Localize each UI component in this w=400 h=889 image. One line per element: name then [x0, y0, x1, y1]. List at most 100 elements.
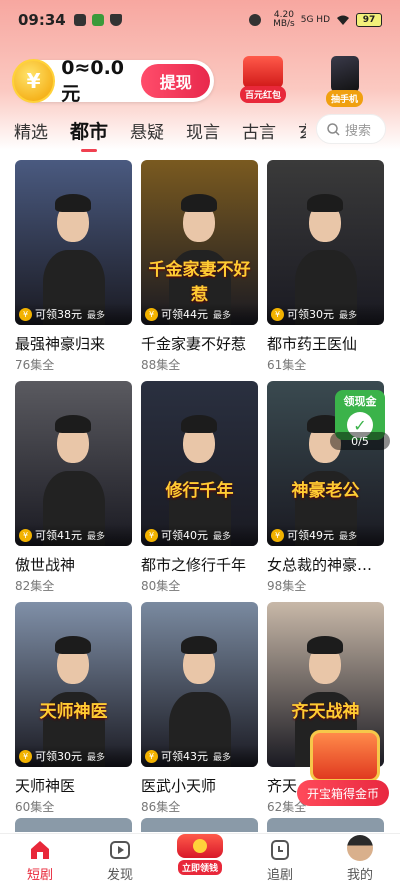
cashout-progress: 0/5: [330, 432, 390, 450]
reward-text: 可领30元: [287, 308, 334, 321]
drama-title[interactable]: 女总裁的神豪…: [267, 554, 384, 575]
coin-icon: ¥: [145, 749, 158, 763]
figure-hair: [181, 194, 217, 212]
wallet-pill[interactable]: ¥ 0≈0.0元 提现: [12, 57, 214, 105]
reward-bar: ¥ 可领41元 最多: [15, 524, 132, 546]
figure-hair: [55, 636, 91, 654]
next-row-peek: [15, 818, 387, 832]
redpack-promo[interactable]: 百元红包: [240, 56, 287, 103]
status-bar: 09:34 4.20 MB/s 5G HD 97: [0, 0, 400, 40]
drama-grid: ¥ 可领38元 最多 最强神豪归来 76集全 千金家妻不好惹 ¥ 可领44元 最多 千金家妻不好惹…: [15, 160, 387, 823]
reward-bar: ¥ 可领30元 最多: [15, 745, 132, 767]
net-speed: 4.20 MB/s: [273, 11, 295, 29]
drama-title[interactable]: 都市之修行千年: [141, 554, 258, 575]
drama-title[interactable]: 最强神豪归来: [15, 333, 132, 354]
reward-text: 可领30元: [35, 750, 82, 763]
nav-profile[interactable]: 我的: [320, 834, 400, 889]
figure-hair: [181, 636, 217, 654]
phone-promo[interactable]: 抽手机: [326, 56, 364, 107]
treasure-button[interactable]: 开宝箱得金币: [297, 780, 389, 806]
episode-count: 76集全: [15, 358, 55, 372]
episode-count: 82集全: [15, 579, 55, 593]
coin-icon: ¥: [271, 528, 284, 542]
bottom-nav: 短剧 发现 立即领钱 追剧 我的: [0, 833, 400, 889]
tab-fantasy[interactable]: 玄: [298, 118, 306, 143]
status-right: 4.20 MB/s 5G HD 97: [249, 11, 382, 29]
tab-urban[interactable]: 都市: [70, 117, 108, 144]
coin-icon: ¥: [145, 528, 158, 542]
notification-icon: [73, 14, 86, 26]
figure-hair: [181, 415, 217, 433]
reward-bar: ¥ 可领49元 最多: [267, 524, 384, 546]
episode-count: 80集全: [141, 579, 181, 593]
poster-peek: [15, 818, 132, 832]
drama-title[interactable]: 千金家妻不好惹: [141, 333, 258, 354]
reward-max: 最多: [339, 531, 358, 542]
figure-hair: [307, 636, 343, 654]
reward-text: 可领43元: [161, 750, 208, 763]
alarm-icon: [249, 14, 262, 26]
drama-poster[interactable]: 千金家妻不好惹 ¥ 可领44元 最多: [141, 160, 258, 325]
reward-text: 可领38元: [35, 308, 82, 321]
phone-label: 抽手机: [326, 90, 364, 107]
treasure-chest-icon[interactable]: [310, 730, 380, 782]
drama-poster[interactable]: ¥ 可领43元 最多: [141, 602, 258, 767]
drama-card[interactable]: ¥ 可领41元 最多 傲世战神 82集全: [15, 381, 132, 602]
clock-icon: [271, 840, 289, 860]
drama-title[interactable]: 傲世战神: [15, 554, 132, 575]
avatar: [347, 835, 373, 861]
play-icon: [110, 841, 130, 859]
tab-featured[interactable]: 精选: [14, 118, 48, 143]
drama-title[interactable]: 天师神医: [15, 775, 132, 796]
reward-text: 可领41元: [35, 529, 82, 542]
drama-title[interactable]: 都市药王医仙: [267, 333, 384, 354]
reward-max: 最多: [339, 310, 358, 321]
drama-poster[interactable]: ¥ 可领41元 最多: [15, 381, 132, 546]
coin-icon: ¥: [145, 307, 158, 321]
drama-card[interactable]: 天师神医 ¥ 可领30元 最多 天师神医 60集全: [15, 602, 132, 823]
search-input[interactable]: 搜索: [316, 114, 386, 144]
net-speed-unit: MB/s: [273, 19, 295, 29]
coin-icon: [193, 839, 207, 853]
status-time: 09:34: [18, 11, 66, 29]
coin-icon: ¥: [271, 307, 284, 321]
cashout-title: 领现金: [343, 395, 377, 408]
tab-modern-romance[interactable]: 现言: [186, 118, 220, 143]
coin-bag-icon: [177, 834, 223, 858]
wallet-amount: 0≈0.0元: [61, 56, 125, 105]
reward-max: 最多: [213, 531, 232, 542]
coin-icon: ¥: [19, 749, 32, 763]
drama-card[interactable]: 修行千年 ¥ 可领40元 最多 都市之修行千年 80集全: [141, 381, 258, 602]
poster-peek: [141, 818, 258, 832]
withdraw-button[interactable]: 提现: [141, 64, 210, 98]
coin-icon: ¥: [19, 307, 32, 321]
drama-poster[interactable]: ¥ 可领38元 最多: [15, 160, 132, 325]
poster-title-art: 修行千年: [165, 481, 234, 501]
nav-label: 立即领钱: [177, 860, 222, 875]
drama-card[interactable]: ¥ 可领38元 最多最强神豪归来 76集全: [15, 160, 132, 381]
search-icon: [327, 122, 340, 136]
tab-ancient-romance[interactable]: 古言: [242, 118, 276, 143]
tab-suspense[interactable]: 悬疑: [130, 118, 164, 143]
phone-icon: [330, 56, 359, 92]
drama-poster[interactable]: 天师神医 ¥ 可领30元 最多: [15, 602, 132, 767]
nav-discover[interactable]: 发现: [80, 834, 160, 889]
reward-max: 最多: [87, 310, 106, 321]
reward-max: 最多: [87, 531, 106, 542]
poster-peek: [267, 818, 384, 832]
drama-card[interactable]: ¥ 可领30元 最多 都市药王医仙 61集全: [267, 160, 384, 381]
nav-following[interactable]: 追剧: [240, 834, 320, 889]
reward-max: 最多: [213, 310, 232, 321]
nav-shorts[interactable]: 短剧: [0, 834, 80, 889]
drama-poster[interactable]: ¥ 可领30元 最多: [267, 160, 384, 325]
drama-card[interactable]: 千金家妻不好惹 ¥ 可领44元 最多 千金家妻不好惹 88集全: [141, 160, 258, 381]
redpack-label: 百元红包: [240, 86, 287, 103]
nav-earn[interactable]: 立即领钱: [160, 834, 240, 889]
drama-card[interactable]: ¥ 可领43元 最多 医武小天师 86集全: [141, 602, 258, 823]
battery-indicator: 97: [356, 13, 382, 27]
episode-count: 61集全: [267, 358, 307, 372]
drama-poster[interactable]: 修行千年 ¥ 可领40元 最多: [141, 381, 258, 546]
reward-bar: ¥ 可领30元 最多: [267, 303, 384, 325]
poster-title-art: 千金家妻不好惹: [148, 260, 251, 305]
drama-title[interactable]: 医武小天师: [141, 775, 258, 796]
